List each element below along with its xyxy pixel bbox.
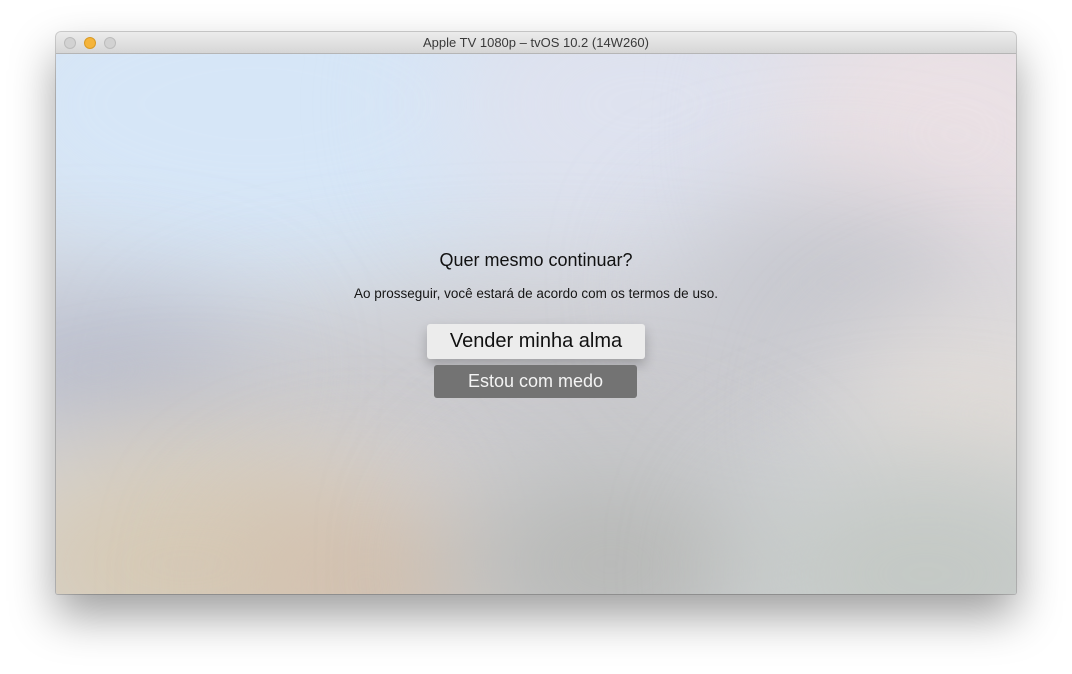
dialog-title: Quer mesmo continuar? <box>439 250 633 270</box>
window-title: Apple TV 1080p – tvOS 10.2 (14W260) <box>423 35 649 50</box>
background-blur <box>736 454 1016 594</box>
scared-button[interactable]: Estou com medo <box>434 365 637 398</box>
sell-soul-button[interactable]: Vender minha alma <box>427 324 645 359</box>
tv-screen: Quer mesmo continuar? Ao prosseguir, voc… <box>56 54 1016 594</box>
title-bar[interactable]: Apple TV 1080p – tvOS 10.2 (14W260) <box>56 32 1016 54</box>
background-blur <box>446 454 776 594</box>
desktop: Apple TV 1080p – tvOS 10.2 (14W260) Quer… <box>0 0 1072 674</box>
simulator-window: Apple TV 1080p – tvOS 10.2 (14W260) Quer… <box>56 32 1016 594</box>
dialog-message: Ao prosseguir, você estará de acordo com… <box>354 286 718 301</box>
